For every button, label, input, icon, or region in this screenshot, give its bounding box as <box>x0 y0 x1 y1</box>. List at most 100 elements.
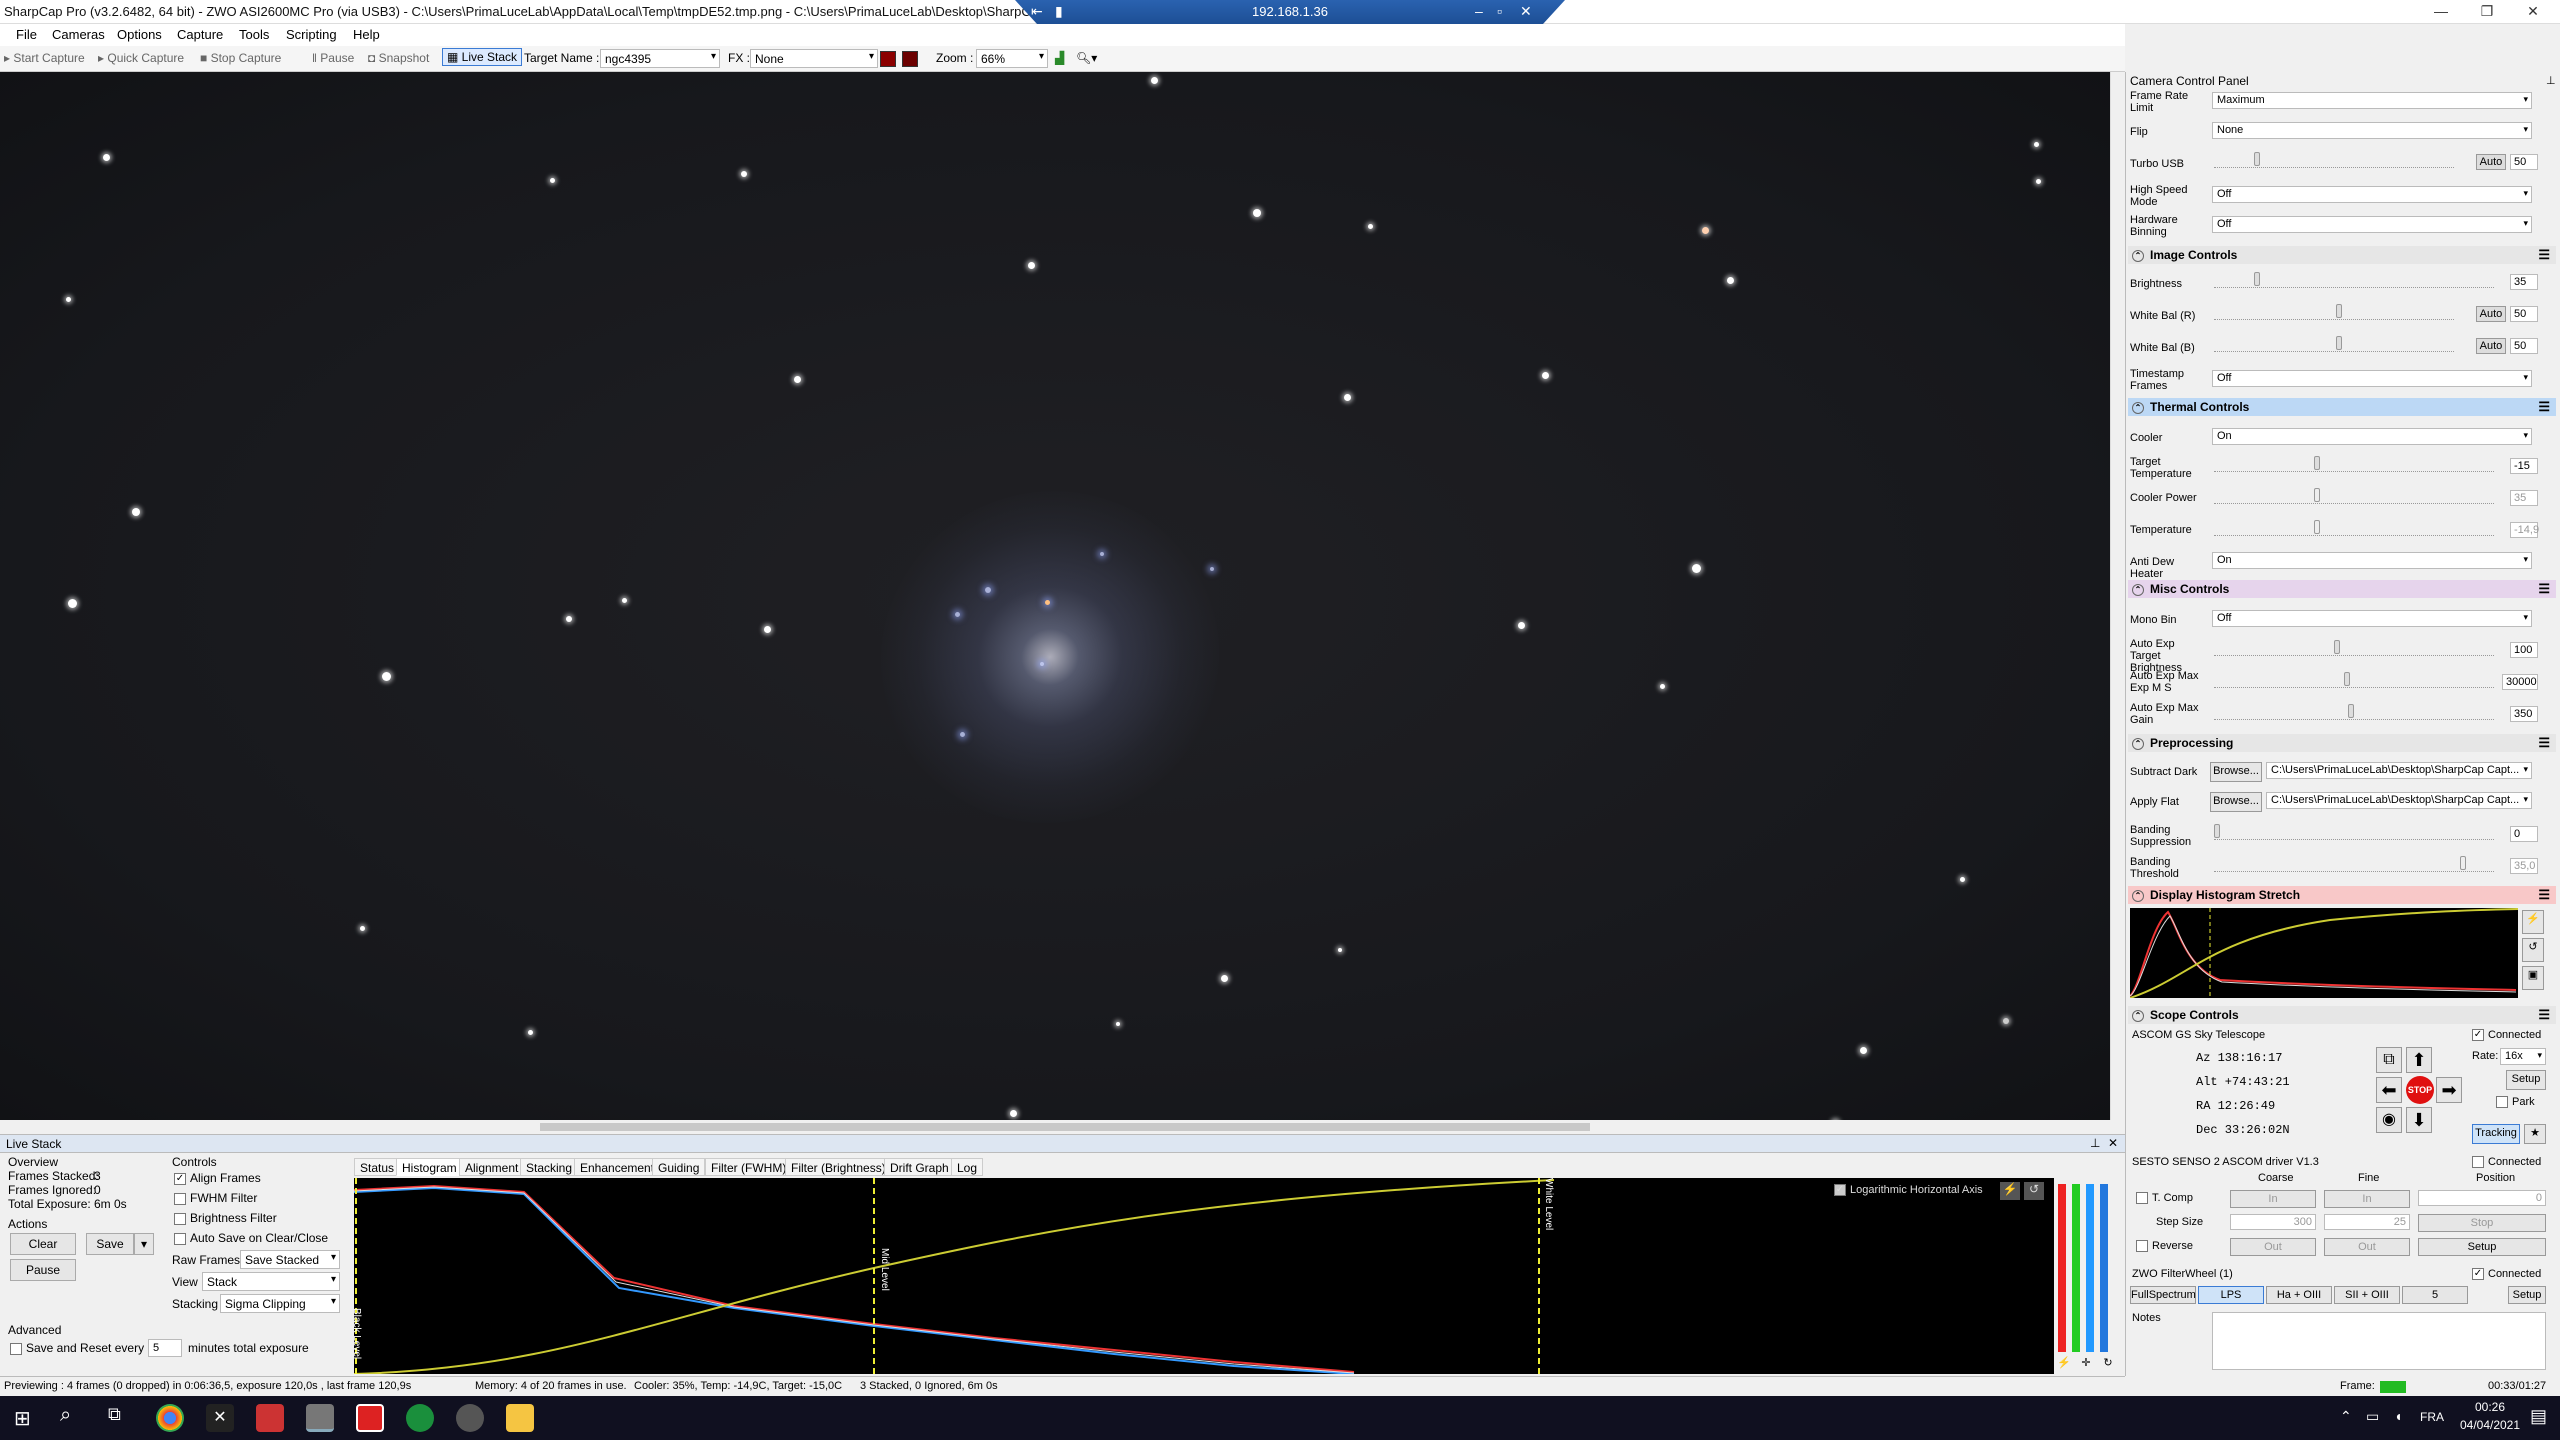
camera-image-view[interactable] <box>0 72 2110 1120</box>
menu-capture[interactable]: Capture <box>177 27 223 42</box>
volume-icon[interactable]: ◖ <box>2394 1408 2402 1424</box>
brightness-filter-checkbox[interactable]: Brightness Filter <box>174 1211 277 1225</box>
brightness-slider[interactable] <box>2214 272 2494 288</box>
green-slider[interactable] <box>2072 1184 2080 1352</box>
ae-target-value[interactable]: 100 <box>2510 642 2538 658</box>
dew-heater-select[interactable]: On ▾ <box>2212 552 2532 569</box>
menu-file[interactable]: File <box>16 27 37 42</box>
task-view-icon[interactable]: ⧉ <box>108 1404 121 1425</box>
tab-log[interactable]: Log <box>951 1158 984 1176</box>
histogram-stretch-header[interactable]: ⌃ Display Histogram Stretch ☰ <box>2128 886 2556 904</box>
horizontal-scrollbar[interactable] <box>0 1120 2110 1134</box>
ae-max-exp-value[interactable]: 30000 <box>2502 674 2538 690</box>
clock-date[interactable]: 04/04/2021 <box>2450 1418 2530 1432</box>
turbo-usb-slider[interactable] <box>2214 152 2454 168</box>
wb-b-value[interactable]: 50 <box>2510 338 2538 354</box>
wb-r-slider[interactable] <box>2214 304 2454 320</box>
menu-tools[interactable]: Tools <box>239 27 269 42</box>
file-explorer-icon[interactable] <box>506 1404 534 1432</box>
close-icon[interactable]: ✕ <box>2108 1136 2118 1150</box>
focuser-connected-checkbox[interactable]: Connected <box>2472 1156 2541 1169</box>
banding-supp-value[interactable]: 0 <box>2510 826 2538 842</box>
focuser-stop-button[interactable]: Stop <box>2418 1214 2546 1232</box>
rate-select[interactable]: 16x ▾ <box>2500 1048 2546 1065</box>
mono-bin-select[interactable]: Off ▾ <box>2212 610 2532 627</box>
fwhm-filter-checkbox[interactable]: FWHM Filter <box>174 1191 257 1205</box>
target-icon[interactable]: ◉ <box>2376 1107 2402 1133</box>
tab-filter-fwhm[interactable]: Filter (FWHM) <box>705 1158 793 1176</box>
ae-max-gain-slider[interactable] <box>2214 704 2494 720</box>
search-icon[interactable]: ⌕ <box>60 1404 71 1427</box>
histogram-stretch-chart[interactable] <box>2129 908 2519 999</box>
lum-slider[interactable] <box>2100 1184 2108 1352</box>
filterwheel-connected-checkbox[interactable]: ✓ Connected <box>2472 1268 2541 1281</box>
hw-binning-select[interactable]: Off ▾ <box>2212 216 2532 233</box>
stop-button[interactable]: STOP <box>2406 1076 2434 1104</box>
plus-icon[interactable]: ✛ <box>2076 1356 2096 1372</box>
park-checkbox[interactable]: Park <box>2496 1096 2535 1109</box>
network-icon[interactable]: ▭ <box>2366 1408 2379 1425</box>
menu-scripting[interactable]: Scripting <box>286 27 337 42</box>
filterwheel-setup-button[interactable]: Setup <box>2508 1286 2546 1304</box>
tab-alignment[interactable]: Alignment <box>459 1158 525 1176</box>
scope-setup-button[interactable]: Setup <box>2506 1070 2546 1090</box>
reset-stretch-icon[interactable]: ↺ <box>2522 938 2544 962</box>
target-name-input[interactable]: ngc4395 ▾ <box>600 49 720 68</box>
wb-b-slider[interactable] <box>2214 336 2454 352</box>
preprocessing-header[interactable]: ⌃ Preprocessing ☰ <box>2128 734 2556 752</box>
tab-drift-graph[interactable]: Drift Graph <box>884 1158 955 1176</box>
level-sliders[interactable]: ⚡ ✛ ↻ <box>2054 1178 2120 1374</box>
star-icon[interactable]: ★ <box>2524 1124 2546 1144</box>
pin-icon[interactable]: ⊥ <box>2546 74 2556 87</box>
filter-fullspectrum-button[interactable]: FullSpectrum <box>2130 1286 2196 1304</box>
sharpcap-icon[interactable] <box>306 1404 334 1432</box>
notes-textarea[interactable] <box>2212 1312 2546 1370</box>
app-target-icon[interactable] <box>356 1404 384 1432</box>
scope-controls-header[interactable]: ⌃ Scope Controls ☰ <box>2128 1006 2556 1024</box>
tcomp-checkbox[interactable]: T. Comp <box>2136 1192 2193 1205</box>
frame-rate-select[interactable]: Maximum ▾ <box>2212 92 2532 109</box>
subtract-dark-browse-button[interactable]: Browse... <box>2210 762 2262 782</box>
fx-select[interactable]: None ▾ <box>750 49 878 68</box>
close-icon[interactable]: ✕ <box>2510 0 2556 24</box>
tab-histogram[interactable]: Histogram <box>396 1158 463 1176</box>
high-speed-select[interactable]: Off ▾ <box>2212 186 2532 203</box>
move-south-icon[interactable]: ⬇ <box>2406 1107 2432 1133</box>
app-icon[interactable]: ✕ <box>206 1404 234 1432</box>
pause-stack-button[interactable]: Pause <box>10 1259 76 1281</box>
app-red-icon[interactable] <box>256 1404 284 1432</box>
align-frames-checkbox[interactable]: ✓ Align Frames <box>174 1171 261 1185</box>
thermal-controls-header[interactable]: ⌃ Thermal Controls ☰ <box>2128 398 2556 416</box>
clear-button[interactable]: Clear <box>10 1233 76 1255</box>
vertical-scrollbar[interactable] <box>2110 72 2125 1120</box>
step-fine-input[interactable]: 25 <box>2324 1214 2410 1230</box>
reset-icon[interactable]: ↺ <box>2024 1182 2044 1200</box>
tab-filter-brightness[interactable]: Filter (Brightness) <box>785 1158 892 1176</box>
blue-slider[interactable] <box>2086 1184 2094 1352</box>
notifications-icon[interactable]: ▤ <box>2530 1406 2547 1427</box>
remote-minimize-icon[interactable]: – <box>1475 3 1483 19</box>
scope-connected-checkbox[interactable]: ✓ Connected <box>2472 1029 2541 1042</box>
banding-supp-slider[interactable] <box>2214 824 2494 840</box>
stop-capture-button[interactable]: ■ Stop Capture <box>200 51 281 65</box>
menu-cameras[interactable]: Cameras <box>52 27 105 42</box>
turbo-auto-button[interactable]: Auto <box>2476 154 2506 170</box>
save-dropdown-icon[interactable]: ▾ <box>134 1233 154 1255</box>
remote-close-icon[interactable]: ✕ <box>1520 3 1532 20</box>
brightness-value[interactable]: 35 <box>2510 274 2538 290</box>
wb-r-value[interactable]: 50 <box>2510 306 2538 322</box>
start-capture-button[interactable]: ▸ Start Capture <box>4 51 85 65</box>
image-controls-header[interactable]: ⌃ Image Controls ☰ <box>2128 246 2556 264</box>
cooler-select[interactable]: On ▾ <box>2212 428 2532 445</box>
app-grey-icon[interactable] <box>456 1404 484 1432</box>
filter-lps-button[interactable]: LPS <box>2198 1286 2264 1304</box>
apply-flat-select[interactable]: C:\Users\PrimaLuceLab\Desktop\SharpCap C… <box>2266 792 2532 809</box>
subtract-dark-select[interactable]: C:\Users\PrimaLuceLab\Desktop\SharpCap C… <box>2266 762 2532 779</box>
magnifier-icon[interactable]: 🔍︎▾ <box>1076 51 1097 65</box>
view-select[interactable]: Stack ▾ <box>202 1272 340 1291</box>
timestamp-select[interactable]: Off ▾ <box>2212 370 2532 387</box>
menu-help[interactable]: Help <box>353 27 380 42</box>
save-reset-checkbox[interactable]: Save and Reset every <box>10 1341 144 1355</box>
coarse-in-button[interactable]: In <box>2230 1190 2316 1208</box>
flip-select[interactable]: None ▾ <box>2212 122 2532 139</box>
